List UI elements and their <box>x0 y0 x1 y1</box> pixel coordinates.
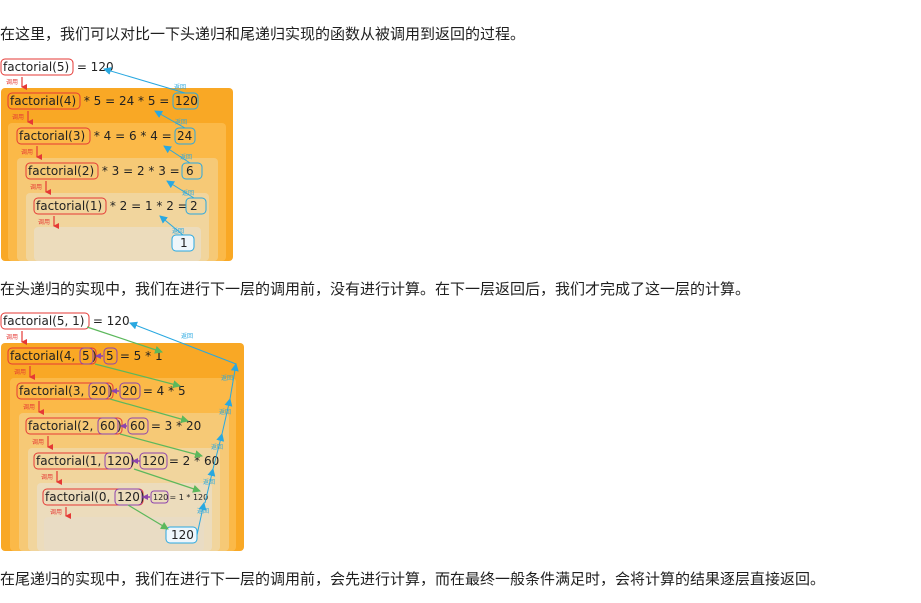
tail-recursion-paragraph: 在尾递归的实现中，我们在进行下一层的调用前，会先进行计算，而在最终一般条件满足时… <box>0 570 826 588</box>
return-label-3: 返回 <box>180 154 192 161</box>
tail-acc-3: 60 <box>100 419 115 433</box>
base-value-text: 1 <box>180 236 188 250</box>
tail-return-label-6: 返回 <box>181 333 193 340</box>
return-label-2: 返回 <box>182 190 194 197</box>
call-label-4: 调用 <box>38 218 50 226</box>
tail-close-2: ) <box>108 384 113 398</box>
call-label-2: 调用 <box>21 148 33 156</box>
tail-return-label-2: 返回 <box>203 479 215 486</box>
tail-fn-0: factorial(5, 1) <box>3 314 84 328</box>
tail-res-4: 120 <box>142 454 165 468</box>
tail-eq-3: = 3 * 20 <box>147 419 201 433</box>
tail-res-5: 120 <box>153 493 168 502</box>
call-label-0: 调用 <box>6 78 18 86</box>
call-label-1: 调用 <box>12 113 24 121</box>
tail-call-label-5: 调用 <box>50 508 62 516</box>
tail-return-label-3: 返回 <box>211 444 223 451</box>
call-text-1: factorial(1) <box>36 199 102 213</box>
call-text-3: factorial(3) <box>19 129 85 143</box>
tail-fn-2: factorial(3, <box>19 384 88 398</box>
tail-res-3: 60 <box>130 419 145 433</box>
return-text-3: 24 <box>177 129 192 143</box>
tail-close-1: ) <box>92 349 97 363</box>
tail-acc-2: 20 <box>91 384 106 398</box>
tail-call-label-4: 调用 <box>41 473 53 481</box>
tail-return-label-1: 返回 <box>197 508 209 515</box>
tail-eq-4: = 2 * 60 <box>165 454 219 468</box>
result-text-5: = 120 <box>73 60 114 74</box>
tail-res-2: 20 <box>122 384 137 398</box>
tail-fn-4: factorial(1, <box>36 454 105 468</box>
return-label-1: 返回 <box>172 228 184 235</box>
tail-eq-0: = 120 <box>89 314 130 328</box>
tail-final-value: 120 <box>171 528 194 542</box>
tail-acc-1: 5 <box>82 349 90 363</box>
tail-recursion-diagram: factorial(5, 1) = 120 factorial(4, 5 ) 5… <box>0 309 250 555</box>
tail-eq-5: = 1 * 120 <box>167 493 208 502</box>
intro-paragraph: 在这里，我们可以对比一下头递归和尾递归实现的函数从被调用到返回的过程。 <box>0 25 526 43</box>
expr-text-4: * 5 = 24 * 5 = <box>80 94 173 108</box>
tail-call-label-3: 调用 <box>32 438 44 446</box>
tail-call-label-0: 调用 <box>6 333 18 341</box>
return-label-5: 返回 <box>174 84 186 91</box>
tail-acc-4: 120 <box>107 454 130 468</box>
call-text-5: factorial(5) <box>3 60 69 74</box>
head-recursion-diagram: factorial(5) = 120 factorial(4) * 5 = 24… <box>0 55 240 265</box>
return-label-4: 返回 <box>175 119 187 126</box>
tail-eq-1: = 5 * 1 <box>116 349 163 363</box>
return-text-2: 6 <box>186 164 194 178</box>
tail-return-label-4: 返回 <box>219 409 231 416</box>
tail-fn-3: factorial(2, <box>28 419 97 433</box>
tail-return-label-5: 返回 <box>221 375 233 382</box>
expr-text-1: * 2 = 1 * 2 = <box>106 199 192 213</box>
tail-close-3: ) <box>117 419 122 433</box>
tail-acc-5: 120 <box>117 490 140 504</box>
tail-fn-5: factorial(0, <box>45 490 114 504</box>
call-label-3: 调用 <box>30 183 42 191</box>
head-recursion-paragraph: 在头递归的实现中，我们在进行下一层的调用前，没有进行计算。在下一层返回后，我们才… <box>0 280 751 298</box>
tail-call-label-2: 调用 <box>23 403 35 411</box>
tail-fn-1: factorial(4, <box>10 349 79 363</box>
return-text-1: 2 <box>190 199 198 213</box>
call-text-4: factorial(4) <box>10 94 76 108</box>
expr-text-2: * 3 = 2 * 3 = <box>98 164 184 178</box>
return-text-4: 120 <box>175 94 198 108</box>
expr-text-3: * 4 = 6 * 4 = <box>90 129 176 143</box>
tail-res-1: 5 <box>106 349 114 363</box>
tail-call-label-1: 调用 <box>14 368 26 376</box>
call-text-2: factorial(2) <box>28 164 94 178</box>
